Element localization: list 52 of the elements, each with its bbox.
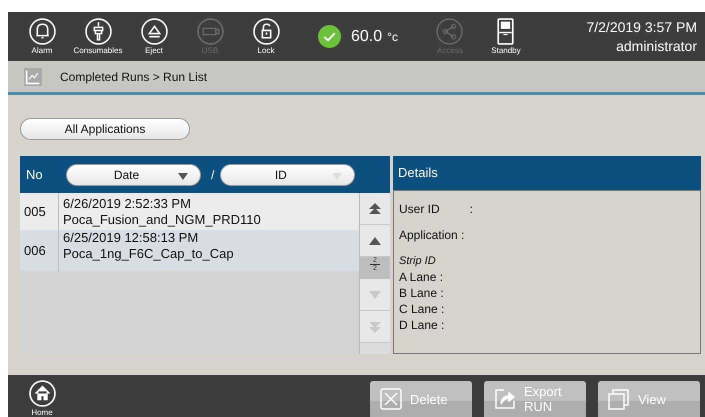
sort-dropdown[interactable]: Date (66, 164, 201, 186)
double-down-arrow-icon (369, 320, 381, 332)
temperature-reading: 60.0 (351, 28, 382, 46)
field-label: User ID (399, 200, 440, 217)
bell-icon (28, 18, 56, 45)
column-header: No (25, 167, 44, 182)
breadcrumb: Completed Runs > Run List (60, 70, 208, 84)
field-label: C Lane : (399, 300, 444, 317)
temperature-unit: °c (387, 30, 398, 44)
lock-icon (252, 18, 280, 45)
toolbar-button[interactable]: Eject (126, 18, 182, 55)
home-icon (28, 380, 56, 407)
run-name: Poca_1ng_F6C_Cap_to_Cap (63, 246, 234, 261)
run-row[interactable]: 006 6/25/2019 12:58:13 PM Poca_1ng_F6C_Cap_to_Cap (20, 230, 359, 271)
page-up-button[interactable] (360, 225, 390, 257)
windows-icon (608, 388, 630, 410)
filter-button[interactable]: All Applications (20, 118, 190, 140)
down-arrow-icon (369, 288, 381, 300)
field-label: A Lane : (399, 268, 444, 285)
caret-icon (178, 172, 188, 180)
toolbar-button[interactable]: Standby (478, 18, 534, 55)
separator: / (211, 168, 214, 182)
export-icon (494, 388, 516, 410)
toolbar-button[interactable]: Lock (238, 18, 294, 55)
field-label: Application : (399, 226, 464, 243)
run-row[interactable]: 005 6/26/2019 2:52:33 PM Poca_Fusion_and_NGM_PRD110 (20, 193, 359, 230)
check-icon (318, 25, 341, 48)
field-label: B Lane : (399, 284, 444, 301)
field-label: Strip ID (399, 254, 436, 269)
tube-icon (84, 18, 112, 45)
toolbar-button[interactable]: Alarm (14, 18, 70, 55)
caret-icon (332, 172, 342, 180)
sort-dropdown[interactable]: ID (220, 164, 356, 186)
field-label: D Lane : (399, 316, 444, 333)
details-title: Details (398, 165, 438, 180)
home-button[interactable]: Home (27, 380, 57, 417)
run-date: 6/26/2019 2:52:33 PM (63, 196, 192, 211)
eject-icon (140, 18, 168, 45)
date-time: 7/2/2019 3:57 PM (586, 19, 697, 35)
x-box-icon (380, 388, 402, 410)
up-arrow-icon (369, 234, 381, 246)
share-icon (436, 18, 464, 45)
run-date: 6/25/2019 12:58:13 PM (63, 230, 200, 245)
run-number: 006 (20, 230, 59, 271)
double-up-arrow-icon (369, 202, 381, 214)
toolbar-button[interactable]: Consumables (70, 18, 126, 55)
field-colon: : (470, 200, 474, 217)
user-name: administrator (616, 38, 697, 54)
first-page-button[interactable] (360, 193, 390, 225)
chart-icon (24, 68, 42, 86)
run-name: Poca_Fusion_and_NGM_PRD110 (63, 212, 261, 227)
usb-icon (196, 18, 224, 45)
